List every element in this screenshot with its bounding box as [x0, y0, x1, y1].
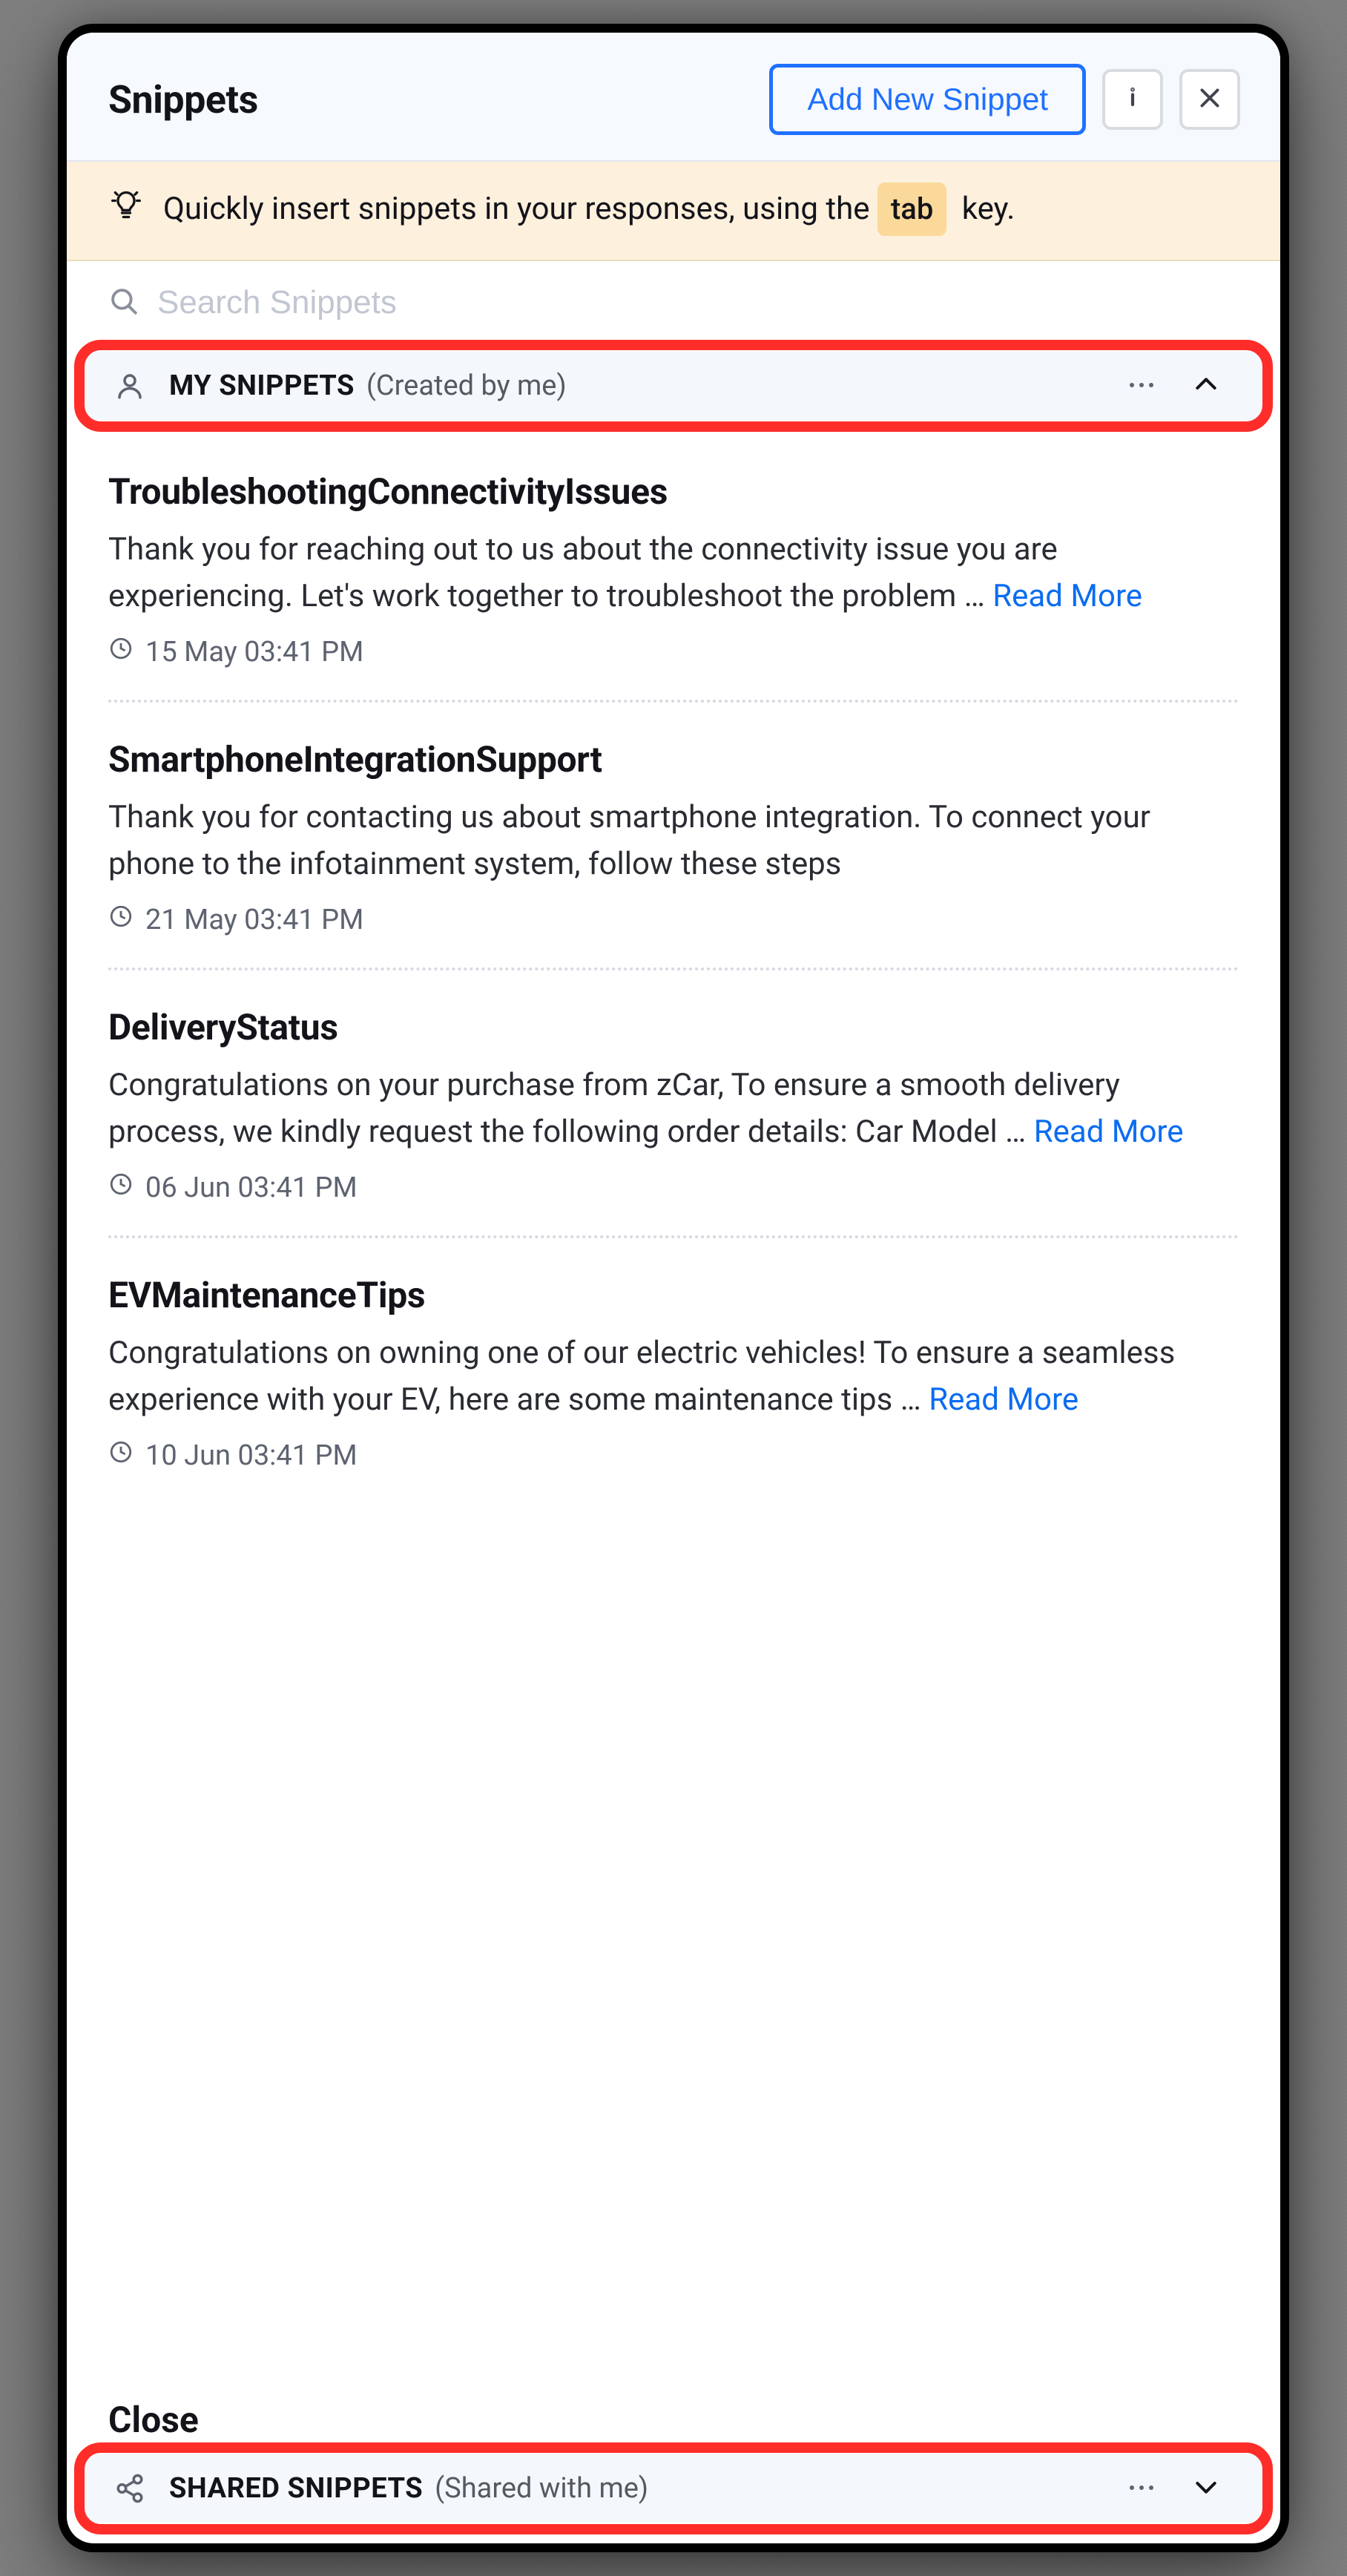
clock-icon [108, 636, 134, 668]
kebab-menu-icon [1127, 379, 1156, 393]
info-icon [1119, 85, 1146, 114]
tip-banner: Quickly insert snippets in your response… [67, 162, 1280, 261]
my-snippets-menu-button[interactable] [1127, 379, 1156, 393]
snippet-title: SmartphoneIntegrationSupport [108, 738, 1239, 781]
shared-snippets-subtitle: (Shared with me) [435, 2472, 648, 2505]
snippet-item[interactable]: TroubleshootingConnectivityIssues Thank … [108, 435, 1239, 703]
snippet-meta: 21 May 03:41 PM [108, 904, 1239, 936]
read-more-link[interactable]: Read More [1034, 1114, 1184, 1150]
shared-snippets-section-header[interactable]: SHARED SNIPPETS (Shared with me) [85, 2454, 1262, 2523]
close-icon [1196, 85, 1223, 114]
tip-key-chip: tab [877, 183, 946, 236]
snippet-meta: 06 Jun 03:41 PM [108, 1172, 1239, 1204]
read-more-link[interactable]: Read More [929, 1381, 1078, 1418]
share-icon [114, 2473, 145, 2504]
add-snippet-button[interactable]: Add New Snippet [769, 64, 1086, 135]
kebab-menu-icon [1127, 2482, 1156, 2496]
search-icon [108, 286, 139, 320]
tip-text-post: key. [962, 191, 1015, 227]
snippet-item[interactable]: SmartphoneIntegrationSupport Thank you f… [108, 703, 1239, 970]
snippet-title: EVMaintenanceTips [108, 1274, 1239, 1316]
close-button[interactable] [1179, 69, 1240, 130]
clock-icon [108, 904, 134, 936]
snippet-list: TroubleshootingConnectivityIssues Thank … [67, 427, 1280, 2369]
panel-header: Snippets Add New Snippet [67, 33, 1280, 162]
shared-snippets-title: SHARED SNIPPETS [169, 2472, 423, 2505]
chevron-down-icon [1191, 2472, 1221, 2505]
tip-text-pre: Quickly insert snippets in your response… [163, 191, 870, 227]
my-snippets-title: MY SNIPPETS [169, 369, 355, 402]
snippet-title-partial[interactable]: Close [67, 2369, 1280, 2441]
snippet-date: 15 May 03:41 PM [145, 636, 363, 668]
shared-snippets-expand-toggle[interactable] [1191, 2472, 1221, 2505]
snippet-item[interactable]: EVMaintenanceTips Congratulations on own… [108, 1238, 1239, 1503]
panel-title: Snippets [108, 77, 258, 122]
tip-text: Quickly insert snippets in your response… [163, 183, 1015, 236]
snippet-body: Thank you for reaching out to us about t… [108, 526, 1239, 620]
snippet-title: DeliveryStatus [108, 1006, 1239, 1048]
snippet-body: Congratulations on your purchase from zC… [108, 1062, 1239, 1155]
snippet-item[interactable]: DeliveryStatus Congratulations on your p… [108, 970, 1239, 1238]
search-input[interactable] [156, 283, 1239, 322]
read-more-link[interactable]: Read More [992, 578, 1142, 614]
snippet-body: Congratulations on owning one of our ele… [108, 1330, 1239, 1423]
search-row[interactable] [67, 261, 1280, 344]
user-icon [114, 370, 145, 401]
snippet-meta: 15 May 03:41 PM [108, 636, 1239, 668]
chevron-up-icon [1191, 369, 1221, 402]
snippet-title: TroubleshootingConnectivityIssues [108, 470, 1239, 513]
my-snippets-collapse-toggle[interactable] [1191, 369, 1221, 402]
snippet-date: 10 Jun 03:41 PM [145, 1439, 358, 1472]
snippets-panel: Snippets Add New Snippet [67, 33, 1280, 2543]
snippet-meta: 10 Jun 03:41 PM [108, 1439, 1239, 1472]
clock-icon [108, 1439, 134, 1472]
snippet-body: Thank you for contacting us about smartp… [108, 794, 1239, 887]
my-snippets-subtitle: (Created by me) [366, 369, 567, 402]
snippet-date: 06 Jun 03:41 PM [145, 1172, 358, 1204]
clock-icon [108, 1172, 134, 1204]
panel-actions: Add New Snippet [769, 64, 1240, 135]
snippet-date: 21 May 03:41 PM [145, 904, 363, 936]
info-button[interactable] [1102, 69, 1163, 130]
shared-snippets-menu-button[interactable] [1127, 2482, 1156, 2496]
my-snippets-section-header[interactable]: MY SNIPPETS (Created by me) [85, 352, 1262, 420]
lightbulb-icon [110, 188, 142, 221]
